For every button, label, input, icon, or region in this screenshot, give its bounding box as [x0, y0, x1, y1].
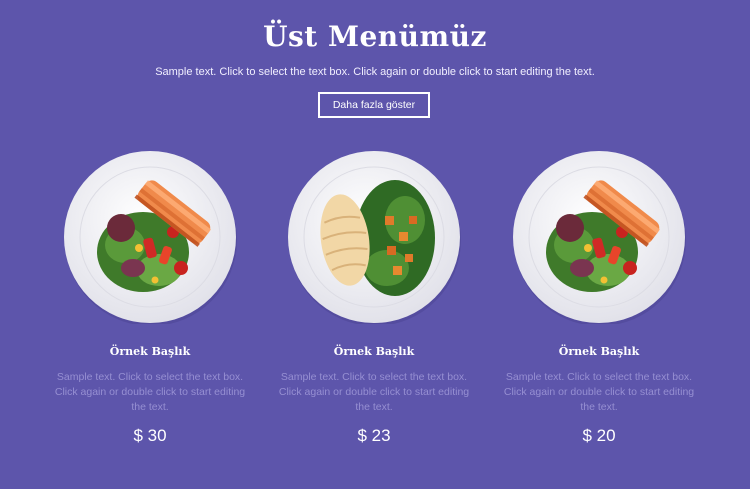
card-price: $ 30: [133, 426, 167, 445]
menu-section: Üst Menümüz Sample text. Click to select…: [0, 0, 750, 489]
card-title: Örnek Başlık: [558, 345, 640, 358]
menu-card: Örnek Başlık Sample text. Click to selec…: [499, 150, 699, 470]
salmon-salad-image: [513, 151, 686, 324]
card-title: Örnek Başlık: [333, 345, 415, 358]
card-price: $ 23: [357, 426, 391, 445]
chicken-salad-image: [288, 151, 461, 324]
menu-card: Örnek Başlık Sample text. Click to selec…: [50, 150, 250, 470]
menu-card: Örnek Başlık Sample text. Click to selec…: [274, 150, 474, 470]
card-description: Sample text. Click to select the text bo…: [503, 371, 695, 413]
card-description: Sample text. Click to select the text bo…: [278, 371, 470, 413]
card-title: Örnek Başlık: [109, 345, 191, 358]
salmon-salad-image: [64, 151, 237, 324]
card-description: Sample text. Click to select the text bo…: [54, 371, 246, 413]
card-price: $ 20: [582, 426, 616, 445]
section-title: Üst Menümüz: [263, 20, 487, 53]
show-more-button[interactable]: Daha fazla göster: [318, 92, 430, 118]
section-subtitle: Sample text. Click to select the text bo…: [155, 66, 595, 78]
